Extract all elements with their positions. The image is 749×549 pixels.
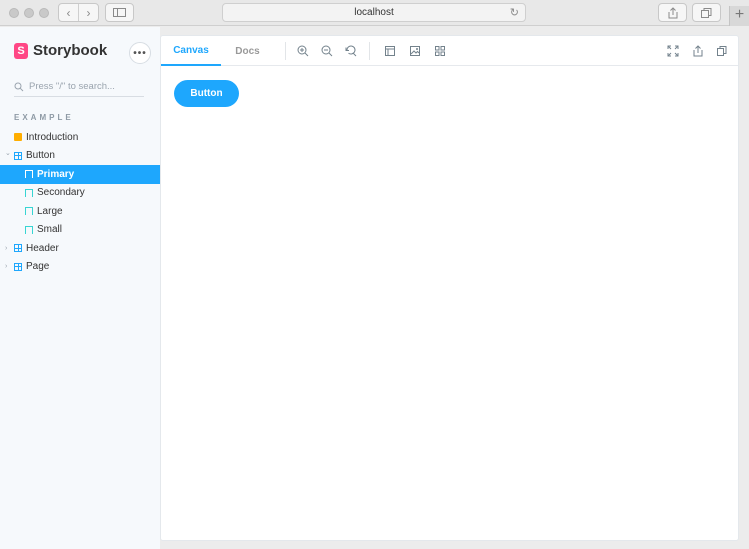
zoom-reset-icon[interactable] — [343, 43, 359, 59]
section-title: EXAMPLE — [14, 113, 74, 122]
component-icon — [14, 244, 22, 253]
search-icon — [14, 82, 24, 91]
sidebar-item-small[interactable]: Small — [0, 221, 160, 240]
share-button[interactable] — [658, 3, 687, 22]
sidebar: S Storybook ••• EXAMPLE Introduction ⌄ But… — [0, 27, 160, 549]
sidebar-item-secondary[interactable]: Secondary — [0, 184, 160, 203]
brand-name: Storybook — [33, 42, 108, 59]
zoom-window-button[interactable] — [39, 8, 49, 18]
storybook-logo-icon: S — [14, 42, 28, 59]
minimize-window-button[interactable] — [24, 8, 34, 18]
sidebar-item-page[interactable]: › Page — [0, 258, 160, 277]
chevron-right-icon[interactable]: › — [5, 245, 7, 252]
forward-icon[interactable]: › — [78, 4, 98, 21]
fullscreen-icon[interactable] — [665, 43, 681, 59]
preview-toolbar: Canvas Docs — [161, 36, 738, 66]
sidebar-item-label: Primary — [37, 168, 75, 180]
bookmark-icon — [25, 207, 33, 216]
chevron-right-icon[interactable]: › — [5, 263, 7, 270]
image-icon[interactable] — [407, 43, 423, 59]
bookmark-icon — [25, 188, 33, 197]
backgrounds-icon[interactable] — [382, 43, 398, 59]
sidebar-item-label: Button — [26, 150, 55, 162]
address-bar[interactable]: localhost ↻ — [222, 3, 526, 22]
toolbar-divider — [285, 42, 286, 60]
settings-menu-button[interactable]: ••• — [129, 42, 151, 64]
chevron-down-icon[interactable]: ⌄ — [5, 149, 11, 157]
history-nav: ‹ › — [58, 3, 99, 22]
bookmark-icon — [25, 225, 33, 234]
sidebar-item-large[interactable]: Large — [0, 202, 160, 221]
sidebar-item-label: Header — [26, 242, 59, 254]
back-icon[interactable]: ‹ — [59, 4, 78, 21]
tabs-overview-button[interactable] — [692, 3, 721, 22]
sidebar-toggle-button[interactable] — [105, 3, 134, 22]
sidebar-icon — [113, 8, 126, 17]
open-new-tab-icon[interactable] — [690, 43, 706, 59]
browser-toolbar: ‹ › localhost ↻ + — [0, 0, 749, 26]
sidebar-item-label: Small — [37, 224, 63, 236]
copy-link-icon[interactable] — [714, 43, 730, 59]
sidebar-item-primary[interactable]: Primary — [0, 165, 160, 184]
search-input[interactable] — [29, 81, 139, 92]
tab-canvas[interactable]: Canvas — [161, 36, 221, 66]
toolbar-divider — [369, 42, 370, 60]
primary-button[interactable]: Button — [174, 80, 239, 107]
component-icon — [14, 262, 22, 271]
sidebar-item-label: Page — [26, 261, 50, 273]
tabs-icon — [701, 7, 712, 18]
zoom-out-icon[interactable] — [319, 43, 335, 59]
preview-panel: Canvas Docs Button — [160, 35, 739, 541]
reload-icon[interactable]: ↻ — [510, 6, 519, 19]
sidebar-item-label: Introduction — [26, 131, 79, 143]
close-window-button[interactable] — [9, 8, 19, 18]
document-icon — [14, 133, 22, 142]
sidebar-item-introduction[interactable]: Introduction — [0, 128, 160, 147]
storybook-logo[interactable]: S Storybook — [14, 42, 107, 59]
url-text: localhost — [354, 7, 394, 18]
share-icon — [668, 6, 677, 18]
zoom-in-icon[interactable] — [295, 43, 311, 59]
grid-icon[interactable] — [432, 43, 448, 59]
search-bar — [14, 77, 144, 97]
new-tab-button[interactable]: + — [729, 6, 749, 26]
story-tree: Introduction ⌄ Button Primary Secondary Large… — [0, 128, 160, 276]
tab-docs[interactable]: Docs — [221, 36, 274, 66]
sidebar-item-label: Large — [37, 205, 63, 217]
bookmark-icon — [25, 170, 33, 179]
component-icon — [14, 151, 22, 160]
sidebar-item-label: Secondary — [37, 187, 85, 199]
sidebar-item-header[interactable]: › Header — [0, 239, 160, 258]
sidebar-item-button[interactable]: ⌄ Button — [0, 147, 160, 166]
